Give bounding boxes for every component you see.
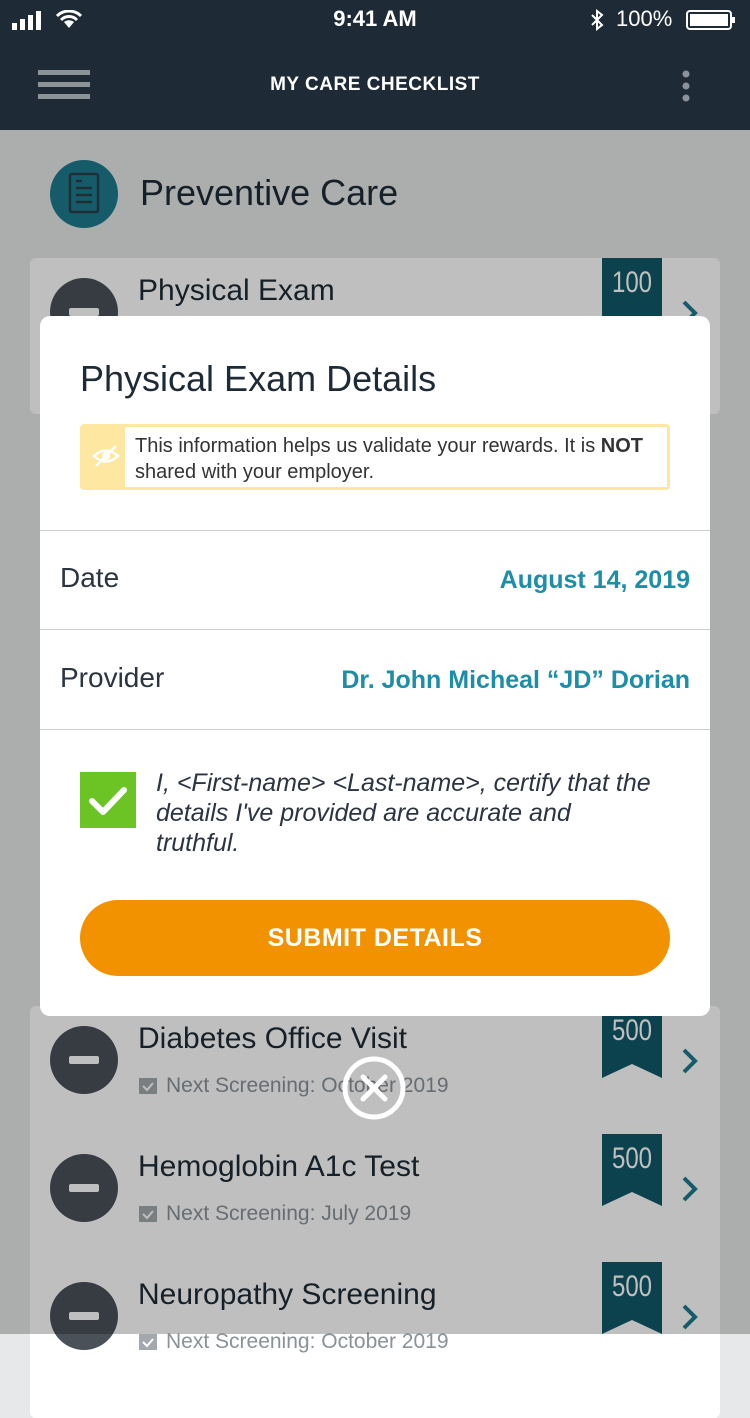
notice-text: This information helps us validate your … <box>125 427 667 487</box>
check-icon <box>89 787 127 815</box>
certify-text: I, <First-name> <Last-name>, certify tha… <box>156 769 651 857</box>
divider <box>40 629 710 630</box>
privacy-notice: This information helps us validate your … <box>80 424 670 490</box>
details-modal: Physical Exam Details This information h… <box>40 316 710 1016</box>
submit-details-button[interactable]: SUBMIT DETAILS <box>80 900 670 976</box>
notice-text-bold: NOT <box>600 435 643 457</box>
close-icon[interactable] <box>342 1056 406 1120</box>
certify-checkbox[interactable] <box>80 772 136 828</box>
modal-title: Physical Exam Details <box>80 358 437 399</box>
provider-label: Provider <box>60 662 165 693</box>
battery-percent: 100% <box>616 6 673 31</box>
eye-off-icon <box>92 445 120 467</box>
notice-text-part: This information helps us validate your … <box>135 435 601 457</box>
divider <box>40 729 710 730</box>
calendar-icon <box>139 1334 157 1350</box>
nav-bar: MY CARE CHECKLIST <box>0 40 750 130</box>
provider-value[interactable]: Dr. John Micheal “JD” Dorian <box>341 666 690 695</box>
page-title: MY CARE CHECKLIST <box>270 74 480 95</box>
date-label: Date <box>60 562 120 593</box>
status-bar: 9:41 AM 100% <box>0 0 750 40</box>
battery-icon <box>686 10 735 30</box>
notice-text-part: shared with your employer. <box>135 461 375 483</box>
bluetooth-icon <box>591 9 604 31</box>
date-value[interactable]: August 14, 2019 <box>500 566 690 595</box>
kebab-icon[interactable] <box>678 70 694 102</box>
divider <box>40 530 710 531</box>
